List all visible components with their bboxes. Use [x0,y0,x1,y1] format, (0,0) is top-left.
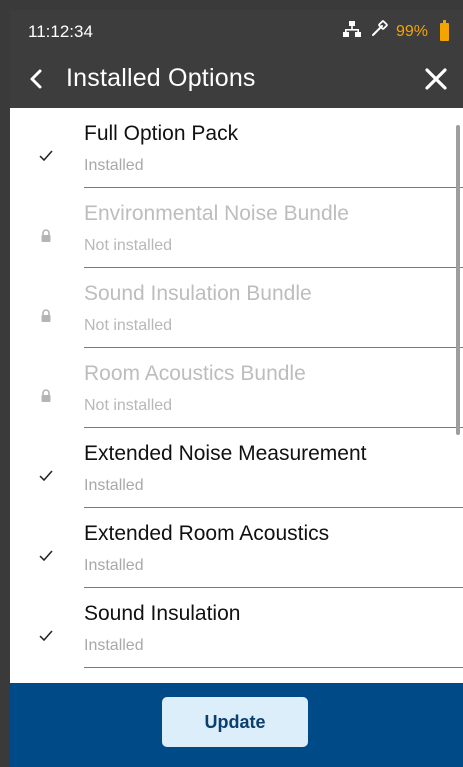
status-bar: 11:12:34 99% [10,10,463,52]
option-status: Installed [84,557,144,574]
check-icon [38,628,54,644]
lock-icon [38,388,54,404]
option-status: Not installed [84,317,173,334]
status-indicators: 99% [342,19,449,43]
option-status: Installed [84,157,144,174]
options-list: Full Option Pack Installed Environmental… [10,108,463,683]
check-icon [38,148,54,164]
list-item[interactable]: Sound Insulation Installed [10,588,463,668]
option-name: Room Acoustics Bundle [84,362,306,385]
close-button[interactable] [421,64,451,94]
battery-percent: 99% [395,22,428,40]
option-name: Environmental Noise Bundle [84,202,349,225]
footer-bar: Update [10,683,463,767]
list-item[interactable]: Extended Room Acoustics Installed [10,508,463,588]
back-button[interactable] [24,64,48,94]
check-icon [38,468,54,484]
list-scrollbar[interactable] [456,125,460,435]
list-item[interactable]: Full Option Pack Installed [10,108,463,188]
list-item: Sound Insulation Bundle Not installed [10,268,463,348]
chevron-left-icon [30,69,42,89]
divider [84,667,463,668]
network-icon [342,20,362,43]
option-status: Installed [84,637,144,654]
option-name: Extended Room Acoustics [84,522,330,545]
list-item[interactable]: Extended Noise Measurement Installed [10,428,463,508]
status-time: 11:12:34 [28,22,93,41]
lock-icon [38,228,54,244]
list-item: Room Acoustics Bundle Not installed [10,348,463,428]
option-status: Installed [84,477,144,494]
probe-icon [370,20,388,43]
lock-icon [38,308,54,324]
page-title: Installed Options [66,64,256,92]
option-name: Extended Noise Measurement [84,442,367,465]
battery-icon [440,19,449,41]
check-icon [38,548,54,564]
option-status: Not installed [84,237,173,254]
device-screen: 11:12:34 99% Installed Options Full Opti… [10,10,463,767]
option-name: Full Option Pack [84,122,239,145]
list-item: Environmental Noise Bundle Not installed [10,188,463,268]
close-icon [425,68,447,90]
app-header: Installed Options [10,52,463,108]
option-status: Not installed [84,397,173,414]
option-name: Sound Insulation [84,602,241,625]
option-name: Sound Insulation Bundle [84,282,312,305]
update-button[interactable]: Update [162,697,308,747]
